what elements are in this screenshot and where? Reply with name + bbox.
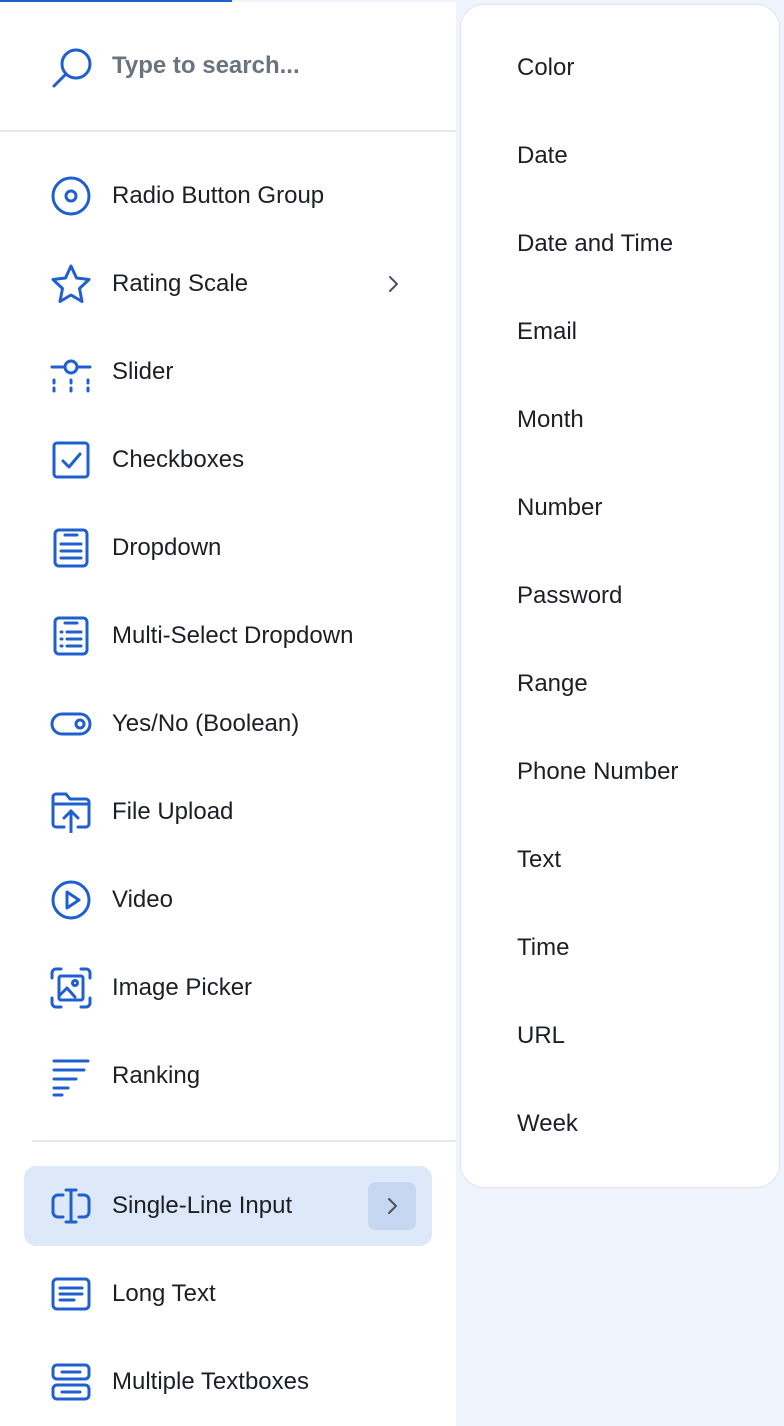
menu-item-rating-scale[interactable]: Rating Scale — [24, 244, 432, 324]
submenu-item-date-and-time[interactable]: Date and Time — [461, 200, 779, 288]
submenu-item-label: URL — [517, 1022, 566, 1049]
submenu-item-label: Date and Time — [517, 230, 674, 257]
submenu-item-month[interactable]: Month — [461, 376, 779, 464]
menu-item-multiple-textboxes[interactable]: Multiple Textboxes — [24, 1342, 432, 1422]
menu-item-label: Slider — [112, 358, 174, 385]
menu-item-label: Image Picker — [112, 974, 253, 1001]
multiple-textboxes-icon — [51, 1363, 91, 1401]
menu-item-ranking[interactable]: Ranking — [24, 1036, 432, 1116]
question-type-list: Radio Button Group Rating Scale Slider — [0, 2, 456, 1426]
submenu-item-color[interactable]: Color — [461, 24, 779, 112]
file-upload-icon — [51, 792, 91, 833]
search-icon — [52, 48, 92, 88]
menu-item-label: Video — [112, 886, 173, 913]
menu-item-image-picker[interactable]: Image Picker — [24, 948, 432, 1028]
menu-item-label: Radio Button Group — [112, 182, 325, 209]
submenu-item-label: Text — [517, 846, 562, 873]
text-cursor-icon — [51, 1188, 91, 1224]
submenu-item-date[interactable]: Date — [461, 112, 779, 200]
submenu-item-label: Color — [517, 54, 575, 81]
submenu-item-label: Range — [517, 670, 588, 697]
submenu-item-email[interactable]: Email — [461, 288, 779, 376]
multi-select-dropdown-icon — [53, 616, 89, 656]
menu-item-slider[interactable]: Slider — [24, 332, 432, 412]
menu-item-label: Multi-Select Dropdown — [112, 622, 354, 649]
menu-item-label: Long Text — [112, 1280, 216, 1307]
ranking-icon — [52, 1059, 90, 1097]
chevron-right-icon[interactable] — [381, 272, 405, 296]
submenu-item-number[interactable]: Number — [461, 464, 779, 552]
submenu-item-url[interactable]: URL — [461, 992, 779, 1080]
submenu-item-label: Week — [517, 1110, 578, 1137]
submenu-item-range[interactable]: Range — [461, 640, 779, 728]
slider-icon — [50, 359, 92, 393]
chevron-right-icon — [388, 1198, 397, 1214]
menu-item-dropdown[interactable]: Dropdown — [24, 508, 432, 588]
radio-button-icon — [51, 176, 91, 216]
menu-item-single-line-input[interactable]: Single-Line Input — [24, 1166, 432, 1246]
toggle-icon — [50, 712, 92, 736]
checkbox-icon — [52, 441, 90, 479]
submenu-item-label: Email — [517, 318, 578, 345]
submenu-item-label: Number — [517, 494, 603, 521]
submenu-item-label: Phone Number — [517, 758, 679, 785]
submenu-item-phone-number[interactable]: Phone Number — [461, 728, 779, 816]
menu-item-long-text[interactable]: Long Text — [24, 1254, 432, 1334]
menu-item-radio-button-group[interactable]: Radio Button Group — [24, 156, 432, 236]
search-bar — [0, 2, 456, 132]
star-icon — [51, 264, 91, 303]
submenu-item-text[interactable]: Text — [461, 816, 779, 904]
menu-item-label: Dropdown — [112, 534, 222, 561]
submenu-item-label: Month — [517, 406, 584, 433]
menu-item-label: Single-Line Input — [112, 1192, 293, 1219]
submenu-item-password[interactable]: Password — [461, 552, 779, 640]
menu-item-label: Ranking — [112, 1062, 201, 1089]
input-type-submenu: Color Date Date and Time Email Month Num… — [460, 4, 780, 1188]
submenu-item-label: Date — [517, 142, 568, 169]
menu-item-yes-no-boolean[interactable]: Yes/No (Boolean) — [24, 684, 432, 764]
image-picker-icon — [50, 967, 92, 1009]
menu-divider — [32, 1140, 456, 1142]
submenu-item-week[interactable]: Week — [461, 1080, 779, 1168]
long-text-icon — [51, 1277, 91, 1311]
menu-item-video[interactable]: Video — [24, 860, 432, 940]
submenu-item-time[interactable]: Time — [461, 904, 779, 992]
video-icon — [51, 880, 91, 920]
dropdown-icon — [53, 528, 89, 568]
menu-item-label: Yes/No (Boolean) — [112, 710, 300, 737]
expand-submenu-button[interactable] — [368, 1182, 416, 1230]
menu-item-file-upload[interactable]: File Upload — [24, 772, 432, 852]
menu-item-multi-select-dropdown[interactable]: Multi-Select Dropdown — [24, 596, 432, 676]
menu-item-checkboxes[interactable]: Checkboxes — [24, 420, 432, 500]
search-input[interactable] — [112, 48, 432, 84]
menu-item-label: Checkboxes — [112, 446, 245, 473]
menu-item-label: Multiple Textboxes — [112, 1368, 309, 1395]
menu-item-label: File Upload — [112, 798, 234, 825]
menu-item-label: Rating Scale — [112, 270, 249, 297]
submenu-item-label: Password — [517, 582, 623, 609]
submenu-item-label: Time — [517, 934, 570, 961]
